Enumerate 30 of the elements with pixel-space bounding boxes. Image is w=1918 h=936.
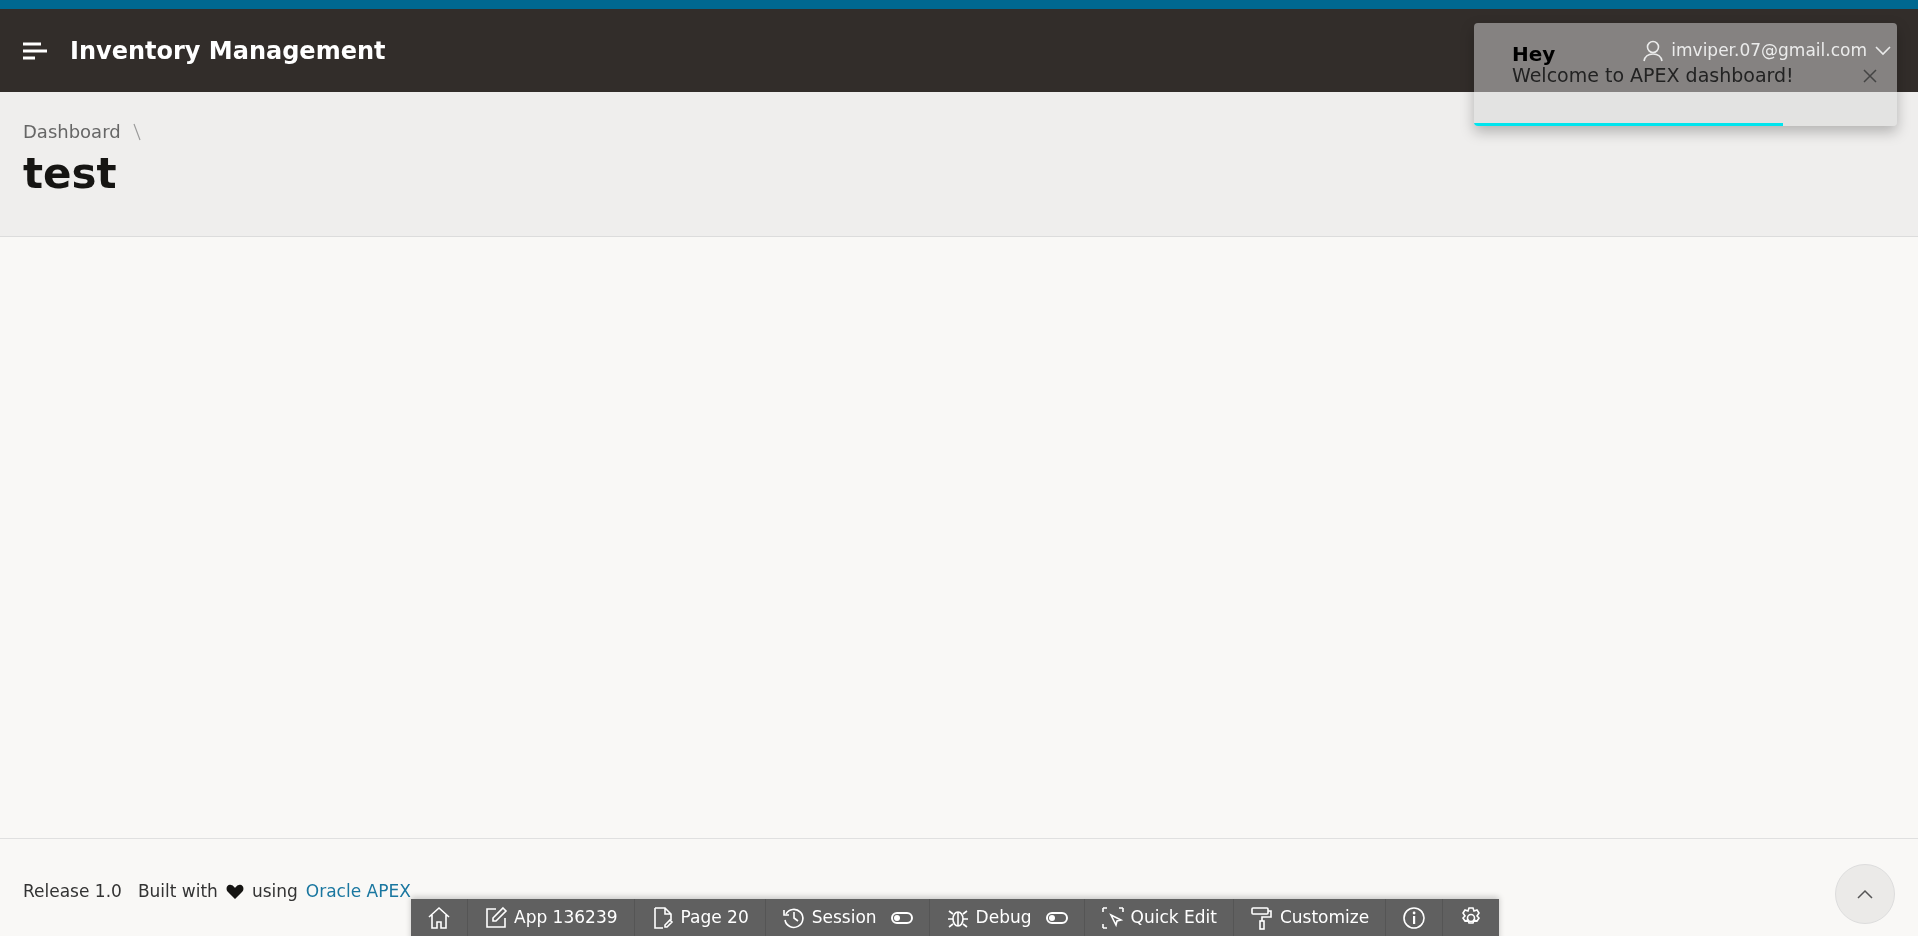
info-icon [1402, 906, 1427, 930]
page-title: test [23, 149, 118, 200]
chevron-down-icon [1875, 45, 1891, 56]
using-text: using [251, 880, 298, 903]
debug-button[interactable]: Debug [929, 899, 1085, 936]
page-button[interactable]: Page 20 [634, 899, 766, 936]
home-icon [427, 906, 451, 930]
cursor-icon [1100, 906, 1125, 930]
paint-roller-icon [1249, 906, 1274, 930]
separator-icon [132, 122, 141, 141]
oracle-apex-link[interactable]: Oracle APEX [305, 879, 411, 905]
toast-message: Welcome to APEX dashboard! [1512, 65, 1794, 87]
close-icon [1863, 68, 1877, 83]
heart-icon [225, 883, 244, 900]
chevron-up-icon [1857, 889, 1873, 899]
toggle-switch[interactable] [1045, 912, 1068, 924]
app-button[interactable]: App 136239 [468, 899, 635, 936]
built-with-text: Built with [137, 880, 218, 903]
clock-icon [781, 906, 806, 930]
release-text: Release 1.0 [23, 880, 122, 903]
toggle-switch[interactable] [890, 912, 913, 924]
customize-button[interactable]: Customize [1233, 899, 1387, 936]
session-button[interactable]: Session [765, 899, 930, 936]
user-menu[interactable]: imviper.07@gmail.com [1643, 37, 1891, 64]
toast-title: Hey [1512, 43, 1556, 65]
user-icon [1643, 39, 1664, 62]
breadcrumb-link[interactable]: Dashboard [23, 118, 121, 145]
edit-icon [484, 906, 508, 930]
app-title: Inventory Management [70, 35, 386, 67]
quick-edit-button[interactable]: Quick Edit [1084, 899, 1234, 936]
